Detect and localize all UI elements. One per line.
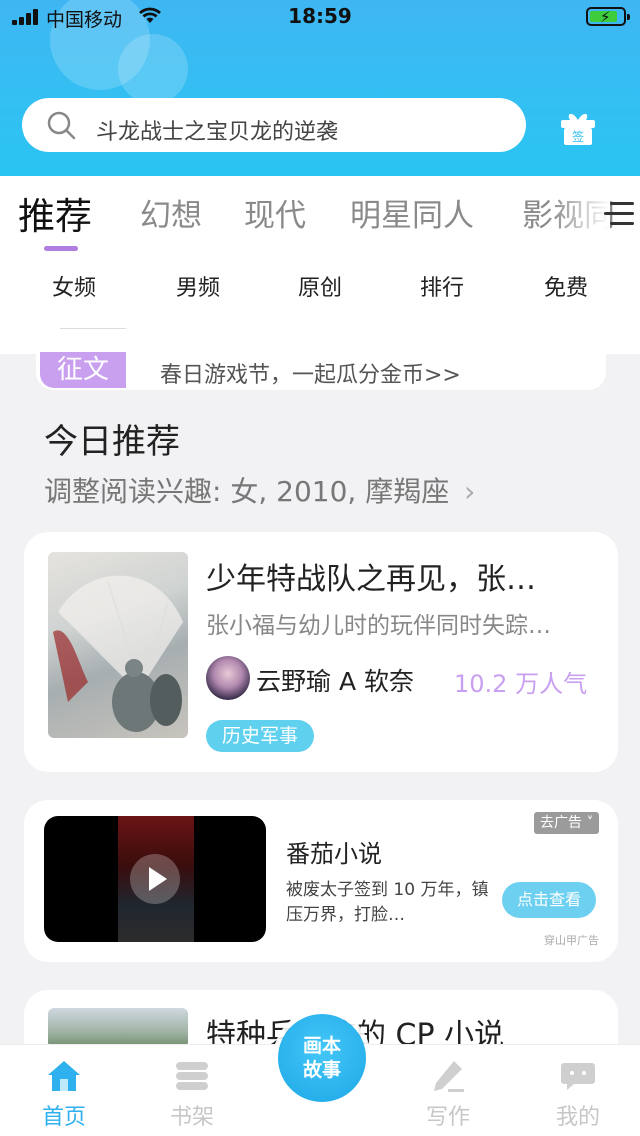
status-bar: 中国移动 18:59 ⚡ <box>0 0 640 34</box>
ad-card[interactable]: 番茄小说 被废太子签到 10 万年，镇压万界，打脸… 点击查看 去广告 ˅ 穿山… <box>24 800 618 962</box>
clock: 18:59 <box>288 4 352 28</box>
home-icon <box>48 1061 80 1091</box>
notice-banner[interactable]: 征文 春日游戏节，一起瓜分金币>> <box>36 352 606 390</box>
story-center-button[interactable]: 画本 故事 <box>278 1014 366 1102</box>
subtab-male[interactable]: 男频 <box>158 270 238 302</box>
ad-video[interactable] <box>44 816 266 942</box>
tab-modern[interactable]: 现代 <box>244 190 306 235</box>
search-bar[interactable]: 斗龙战士之宝贝龙的逆袭 <box>22 98 526 152</box>
ad-description: 被废太子签到 10 万年，镇压万界，打脸… <box>286 880 489 925</box>
nav-home[interactable]: 首页 <box>24 1045 104 1136</box>
nav-home-label: 首页 <box>41 1105 86 1130</box>
chat-bubble-icon <box>561 1063 595 1090</box>
genre-tag[interactable]: 历史军事 <box>206 720 315 752</box>
battery-icon: ⚡ <box>586 7 630 26</box>
subtab-ranking[interactable]: 排行 <box>402 270 482 302</box>
notice-tag: 征文 <box>40 352 126 388</box>
subtab-female[interactable]: 女频 <box>34 270 114 302</box>
header: 中国移动 18:59 ⚡ 斗龙战士之宝贝龙的逆袭 签 <box>0 0 640 176</box>
popularity: 10.2 万人气 <box>454 670 588 698</box>
interest-settings-text: 调整阅读兴趣: 女, 2010, 摩羯座 <box>44 475 450 508</box>
subtab-original[interactable]: 原创 <box>280 270 360 302</box>
nav-me[interactable]: 我的 <box>538 1045 618 1136</box>
book-card[interactable]: 少年特战队之再见，张… 张小福与幼儿时的玩伴同时失踪… 云野瑜 A 软奈 10.… <box>24 532 618 772</box>
chevron-right-icon: › <box>464 475 476 508</box>
nav-write[interactable]: 写作 <box>408 1045 488 1136</box>
ad-title: 番茄小说 <box>286 840 382 868</box>
gift-label: 签 <box>572 129 584 144</box>
interest-settings-link[interactable]: 调整阅读兴趣: 女, 2010, 摩羯座 › <box>44 470 475 510</box>
search-icon <box>47 111 76 140</box>
book-title: 少年特战队之再见，张… <box>206 562 536 597</box>
play-icon[interactable] <box>130 854 180 904</box>
section-title: 今日推荐 <box>44 422 180 462</box>
ad-source: 穿山甲广告 <box>544 934 599 947</box>
author-name: 云野瑜 A 软奈 <box>256 667 414 696</box>
decor-bubble <box>118 34 188 104</box>
book-cover <box>48 552 188 738</box>
pen-icon <box>434 1061 464 1092</box>
nav-bookshelf[interactable]: 书架 <box>152 1045 232 1136</box>
bookshelf-icon <box>176 1062 208 1090</box>
tab-recommend[interactable]: 推荐 <box>18 186 92 240</box>
nav-write-label: 写作 <box>425 1105 470 1130</box>
subtab-divider <box>60 328 126 329</box>
tabs-fade <box>550 180 610 244</box>
remove-ad-button[interactable]: 去广告 ˅ <box>534 812 600 834</box>
story-center-label: 画本 故事 <box>302 1035 341 1081</box>
author-avatar <box>206 656 250 700</box>
subtab-free[interactable]: 免费 <box>526 270 606 302</box>
tab-indicator <box>44 246 78 251</box>
search-placeholder: 斗龙战士之宝贝龙的逆袭 <box>96 120 339 145</box>
tab-fantasy[interactable]: 幻想 <box>140 190 202 235</box>
notice-text: 春日游戏节，一起瓜分金币>> <box>160 363 461 388</box>
ad-view-button[interactable]: 点击查看 <box>502 882 596 918</box>
gift-icon[interactable]: 签 <box>558 108 598 146</box>
nav-bookshelf-label: 书架 <box>169 1105 214 1130</box>
book-description: 张小福与幼儿时的玩伴同时失踪… <box>206 613 551 639</box>
tab-celebrity-fanfic[interactable]: 明星同人 <box>350 190 474 235</box>
menu-icon[interactable] <box>604 198 634 230</box>
book-cover <box>48 1008 188 1048</box>
nav-me-label: 我的 <box>555 1105 600 1130</box>
